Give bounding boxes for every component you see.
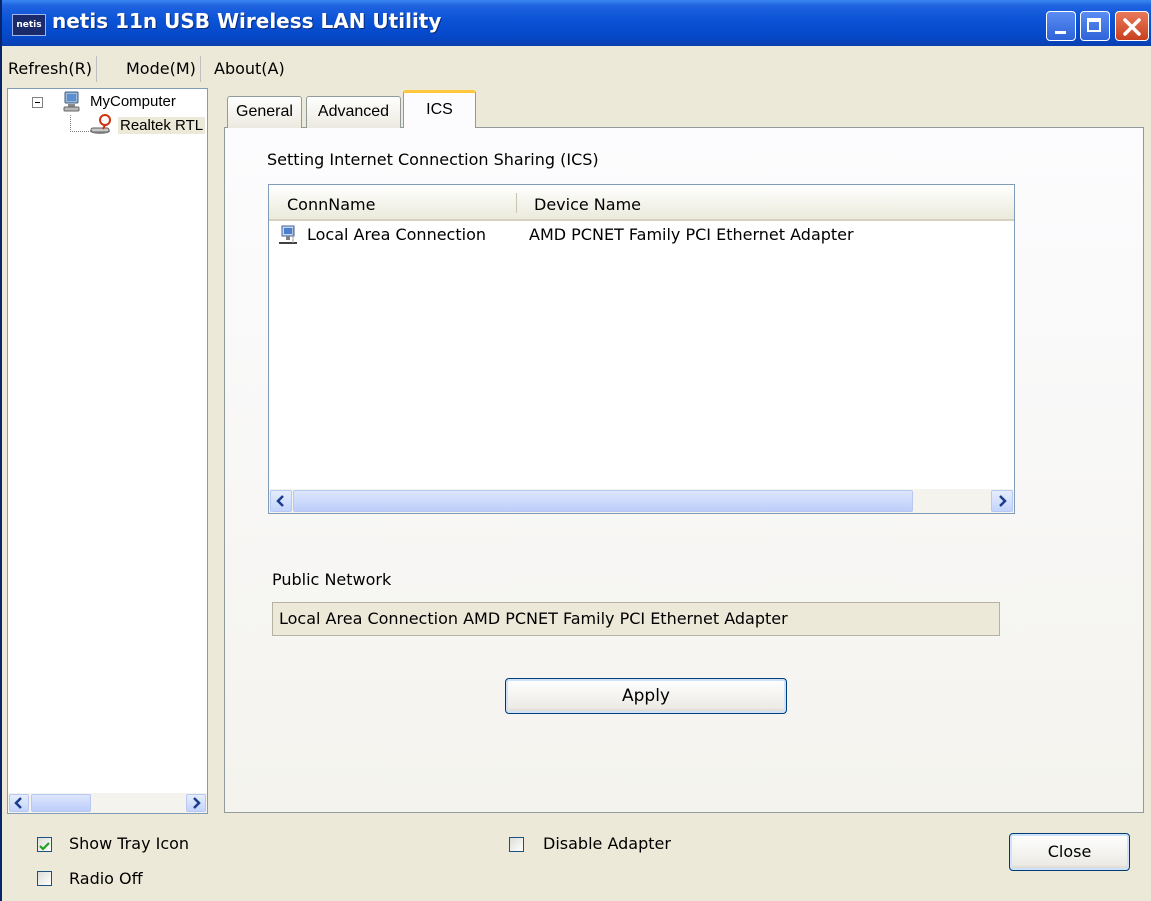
disable-adapter-checkbox[interactable]: [509, 837, 524, 852]
cell-device-name: AMD PCNET Family PCI Ethernet Adapter: [529, 225, 854, 244]
apply-button[interactable]: Apply: [505, 678, 787, 714]
column-header-device-name[interactable]: Device Name: [534, 185, 641, 217]
list-header: ConnName Device Name: [269, 185, 1014, 221]
device-tree[interactable]: MyComputer Realtek RTL: [7, 88, 208, 814]
scroll-right-button[interactable]: [991, 490, 1013, 512]
title-bar[interactable]: netis netis 11n USB Wireless LAN Utility: [2, 0, 1151, 46]
menu-refresh[interactable]: Refresh(R): [4, 56, 98, 82]
network-connection-icon: [279, 225, 297, 244]
public-network-label: Public Network: [272, 570, 392, 589]
bottom-bar: [2, 816, 1151, 901]
chevron-left-icon: [14, 797, 22, 809]
connection-list[interactable]: ConnName Device Name Local Area Connecti…: [268, 184, 1015, 514]
tree-adapter-label[interactable]: Realtek RTL: [118, 117, 206, 134]
column-header-connname[interactable]: ConnName: [287, 185, 375, 217]
scroll-thumb[interactable]: [293, 490, 913, 512]
public-network-field: Local Area Connection AMD PCNET Family P…: [272, 602, 1000, 636]
netis-app-icon: netis: [12, 14, 46, 36]
computer-icon: [63, 91, 80, 112]
tree-collapse-toggle[interactable]: [32, 97, 43, 108]
ics-section-title: Setting Internet Connection Sharing (ICS…: [267, 150, 599, 169]
tab-general[interactable]: General: [227, 96, 302, 128]
menu-mode[interactable]: Mode(M): [122, 56, 201, 82]
window-title: netis 11n USB Wireless LAN Utility: [52, 9, 442, 33]
radio-off-checkbox[interactable]: [37, 871, 52, 886]
scroll-right-button[interactable]: [186, 794, 206, 812]
tree-root-label[interactable]: MyComputer: [90, 93, 176, 110]
maximize-button[interactable]: [1080, 11, 1110, 41]
disable-adapter-label[interactable]: Disable Adapter: [543, 834, 671, 853]
chevron-left-icon: [276, 495, 284, 507]
close-window-button[interactable]: [1115, 11, 1149, 41]
scroll-left-button[interactable]: [270, 490, 292, 512]
close-button[interactable]: Close: [1009, 833, 1130, 871]
close-icon: [1123, 18, 1141, 36]
checkmark-icon: [39, 842, 50, 851]
cell-conn-name: Local Area Connection: [307, 225, 486, 244]
app-window: netis netis 11n USB Wireless LAN Utility…: [0, 0, 1151, 901]
column-divider[interactable]: [516, 193, 517, 213]
scroll-left-button[interactable]: [9, 794, 29, 812]
wireless-adapter-icon: [90, 114, 111, 134]
chevron-right-icon: [193, 797, 201, 809]
scroll-thumb[interactable]: [31, 794, 91, 812]
menu-about[interactable]: About(A): [210, 56, 289, 82]
list-horizontal-scrollbar[interactable]: [269, 489, 1014, 513]
pane-splitter[interactable]: [210, 86, 214, 816]
radio-off-label[interactable]: Radio Off: [69, 869, 143, 888]
tree-horizontal-scrollbar[interactable]: [8, 793, 207, 813]
minimize-button[interactable]: [1046, 11, 1076, 41]
show-tray-icon-checkbox[interactable]: [37, 837, 52, 852]
tab-ics[interactable]: ICS: [403, 90, 476, 128]
chevron-right-icon: [999, 495, 1007, 507]
table-row[interactable]: Local Area Connection AMD PCNET Family P…: [269, 221, 1014, 249]
tab-advanced[interactable]: Advanced: [306, 96, 401, 128]
show-tray-icon-label[interactable]: Show Tray Icon: [69, 834, 189, 853]
